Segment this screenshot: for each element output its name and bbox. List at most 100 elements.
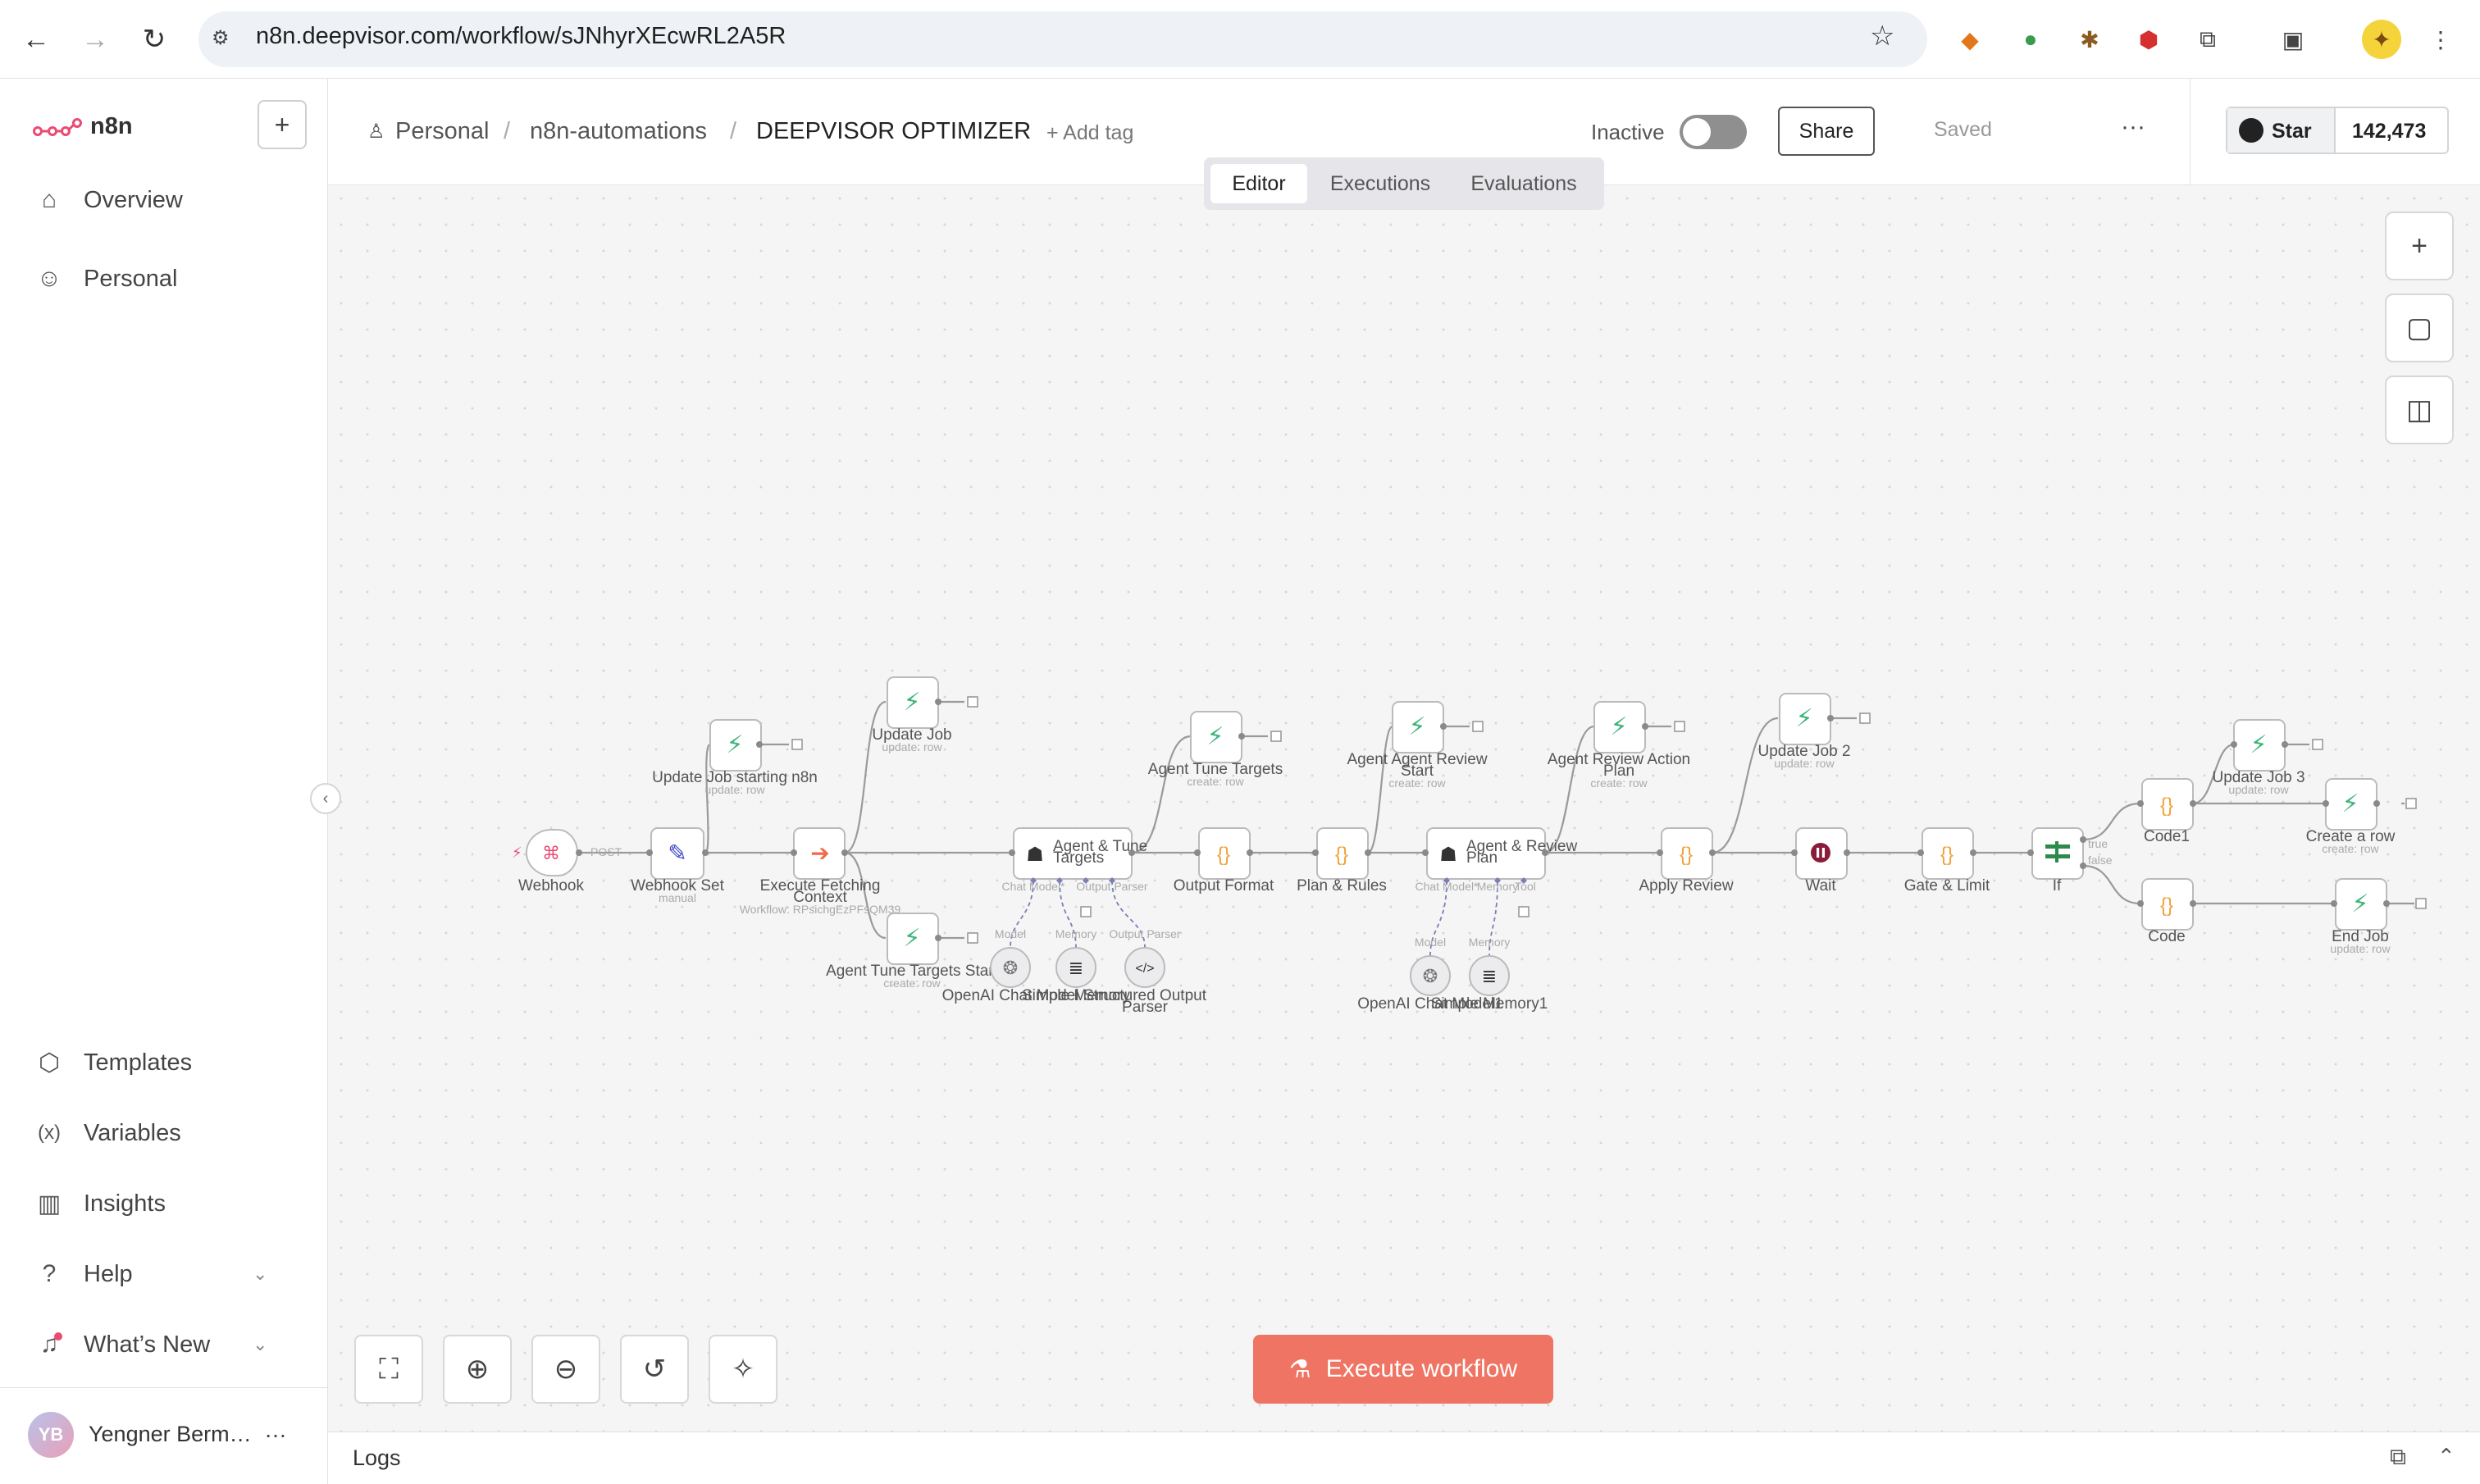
chevron-up-icon[interactable]: ⌃ [2437,1444,2455,1469]
supabase-icon: ⚡ [903,689,920,716]
node-webhook-set[interactable]: ✎ Webhook Set manual [631,827,725,904]
node-gate-limit[interactable]: {} Gate & Limit [1904,827,1990,894]
svg-text:Simple Memory1: Simple Memory1 [1431,995,1548,1013]
fit-view-icon[interactable]: ⛶ [354,1335,423,1404]
code-icon: </> [1135,962,1154,976]
open-external-icon[interactable]: ⧉ [2390,1444,2406,1471]
node-if[interactable]: If true false [2031,827,2113,894]
execute-workflow-label: Execute workflow [1325,1355,1518,1382]
svg-text:If: If [2053,877,2062,894]
braces-icon: {} [1335,844,1348,866]
supabase-icon: ⚡ [2341,790,2359,817]
logs-panel[interactable]: Logs ⧉ ⌃ [328,1432,2480,1484]
node-agent-tune-targets-row[interactable]: ⚡ Agent Tune Targets create: row [1148,711,1283,788]
svg-text:Output Format: Output Format [1174,877,1274,894]
svg-text:create: row: create: row [1388,776,1446,790]
supabase-icon: ⚡ [1795,705,1812,732]
database-icon: ≣ [1069,958,1083,978]
database-icon: ≣ [1482,966,1497,986]
svg-text:Plan & Rules: Plan & Rules [1297,877,1387,894]
supabase-icon: ⚡ [1610,713,1627,740]
svg-text:Wait: Wait [1805,877,1836,894]
svg-text:true: true [2088,837,2108,850]
svg-text:create: row: create: row [1187,775,1244,788]
node-agent-tune-targets-start[interactable]: ⚡ Agent Tune Targets Start create: row [826,913,999,990]
svg-text:Plan: Plan [1466,849,1498,867]
svg-text:Code1: Code1 [2144,828,2190,845]
reset-zoom-icon[interactable]: ↺ [620,1335,689,1404]
webhook-icon: ⌘ [542,843,560,863]
node-update-job-starting[interactable]: ⚡ Update Job starting n8n update: row [652,719,818,796]
svg-text:Memory: Memory [1469,935,1511,949]
openai-icon: ❂ [1003,958,1018,978]
zoom-out-icon[interactable]: ⊖ [531,1335,600,1404]
node-create-a-row[interactable]: ⚡ Create a row create: row [2306,778,2396,855]
braces-icon: {} [1217,844,1230,866]
flask-icon: ⚗ [1288,1355,1311,1383]
node-wait[interactable]: Wait [1795,827,1848,894]
node-update-job-3[interactable]: ⚡ Update Job 3 update: row [2212,719,2305,796]
svg-text:create: row: create: row [1590,776,1648,790]
workflow-graph: ⌘ Webhook ⚡ POST ✎ Webhook Set manual ⚡ … [512,676,2427,1016]
braces-icon: {} [1940,844,1953,866]
tab-executions[interactable]: Executions [1311,164,1450,203]
svg-text:Code: Code [2148,928,2185,945]
supabase-icon: ⚡ [2250,731,2267,758]
svg-text:Memory: Memory [1055,927,1097,940]
execute-workflow-button[interactable]: ⚗ Execute workflow [1253,1335,1553,1404]
node-code1[interactable]: {} Code1 [2141,778,2194,845]
node-execute-fetching-context[interactable]: ➔ Execute Fetching Context Workflow: RPs… [740,827,901,916]
svg-text:Model: Model [995,927,1026,940]
svg-text:update: row: update: row [1774,757,1835,770]
svg-text:update: row: update: row [882,740,942,753]
robot-icon: ☗ [1026,844,1044,866]
execute-icon: ➔ [810,840,829,866]
svg-text:Apply Review: Apply Review [1639,877,1733,894]
node-agent-review-start[interactable]: ⚡ Agent Agent Review Start create: row [1347,701,1488,790]
braces-icon: {} [2160,794,2173,817]
supabase-icon: ⚡ [1206,723,1224,750]
add-node-button[interactable]: + [2385,212,2454,280]
svg-text:⚡: ⚡ [512,844,522,861]
logs-label: Logs [353,1445,401,1470]
supabase-icon: ⚡ [2351,890,2368,917]
node-agent-review-action-plan[interactable]: ⚡ Agent Review Action Plan create: row [1548,701,1690,790]
svg-text:create: row: create: row [883,976,941,990]
svg-text:Model: Model [1415,935,1446,949]
edit-icon: ✎ [668,840,686,866]
node-agent-review-plan[interactable]: ☗ Agent & Review Plan Chat Model* Memory… [1415,827,1577,893]
zoom-in-icon[interactable]: ⊕ [443,1335,512,1404]
tidy-up-icon[interactable]: ✧ [709,1335,777,1404]
svg-text:update: row: update: row [2228,783,2289,796]
node-output-format[interactable]: {} Output Format [1174,827,1274,894]
node-webhook[interactable]: ⌘ Webhook ⚡ POST [512,829,622,894]
toggle-panel-icon[interactable]: ◫ [2385,376,2454,444]
node-end-job[interactable]: ⚡ End Job update: row [2330,878,2391,955]
node-code[interactable]: {} Code [2141,878,2194,945]
svg-text:Webhook: Webhook [518,877,584,894]
tab-editor[interactable]: Editor [1210,164,1307,203]
svg-text:Parser: Parser [1122,999,1169,1016]
svg-text:false: false [2088,854,2113,867]
svg-text:update: row: update: row [2330,942,2391,955]
openai-icon: ❂ [1423,966,1438,986]
collapse-sidebar-button[interactable]: ‹ [310,783,341,814]
svg-text:Output Parser: Output Parser [1109,927,1180,940]
node-structured-output-parser[interactable]: </> Output Parser Structured Output Pars… [1083,927,1207,1016]
supabase-icon: ⚡ [726,731,743,758]
sticky-note-icon[interactable]: ▢ [2385,294,2454,362]
node-update-job[interactable]: ⚡ Update Job update: row [872,676,952,753]
supabase-icon: ⚡ [1408,713,1425,740]
node-update-job-2[interactable]: ⚡ Update Job 2 update: row [1757,693,1851,770]
node-apply-review[interactable]: {} Apply Review [1639,827,1734,894]
svg-text:update: row: update: row [704,783,765,796]
supabase-icon: ⚡ [903,925,920,952]
svg-text:manual: manual [659,891,696,904]
view-tabs: Editor Executions Evaluations [1204,157,1604,210]
svg-text:create: row: create: row [2322,842,2379,855]
node-plan-rules[interactable]: {} Plan & Rules [1297,827,1387,894]
tab-evaluations[interactable]: Evaluations [1450,164,1598,203]
node-agent-tune-targets[interactable]: ☗ Agent & Tune Targets Chat Model* Outpu… [1001,827,1148,893]
robot-icon: ☗ [1439,844,1457,866]
braces-icon: {} [2160,894,2173,917]
